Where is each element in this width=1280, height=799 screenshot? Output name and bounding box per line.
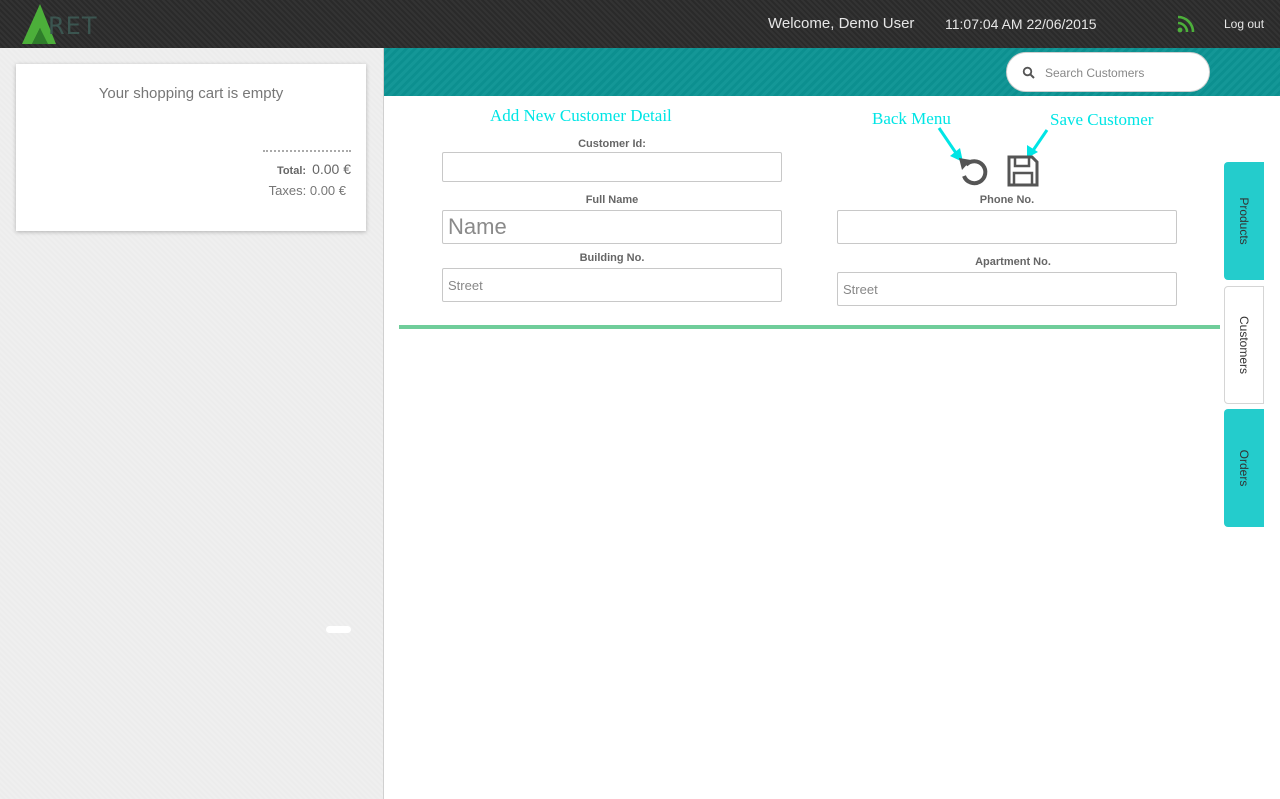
search-customers-input[interactable] (1045, 62, 1195, 84)
search-icon (1022, 66, 1035, 79)
shopping-cart-card: Your shopping cart is empty Total: 0.00 €… (16, 64, 366, 231)
clock-datetime: 11:07:04 AM 22/06/2015 (945, 16, 1097, 32)
cart-empty-message: Your shopping cart is empty (98, 85, 284, 102)
logo-text: RET (48, 12, 98, 40)
apartment-no-field[interactable] (837, 272, 1177, 306)
customer-id-field[interactable] (442, 152, 782, 182)
top-bar: RET Welcome, Demo User 11:07:04 AM 22/06… (0, 0, 1280, 48)
apartment-no-label: Apartment No. (975, 256, 1051, 268)
undo-icon[interactable] (956, 154, 992, 190)
cart-taxes: Taxes: 0.00 € (268, 183, 346, 198)
cart-divider (263, 150, 351, 152)
tab-customers[interactable]: Customers (1224, 286, 1264, 404)
tab-products-label: Products (1237, 197, 1251, 245)
phone-no-label: Phone No. (979, 194, 1035, 206)
cart-total-label: Total: (276, 165, 307, 177)
tab-customers-label: Customers (1237, 315, 1251, 375)
phone-no-field[interactable] (837, 210, 1177, 244)
annotation-save-customer: Save Customer (1050, 110, 1154, 129)
scroll-handle[interactable] (326, 626, 351, 633)
full-name-label: Full Name (585, 194, 639, 206)
annotation-add-customer: Add New Customer Detail (490, 106, 672, 125)
cart-total-value: 0.00 € (312, 161, 351, 177)
rss-icon[interactable] (1177, 15, 1195, 33)
logout-link[interactable]: Log out (1224, 17, 1264, 31)
search-box[interactable] (1006, 52, 1210, 92)
cart-total-row: Total: 0.00 € (277, 161, 351, 177)
welcome-message: Welcome, Demo User (768, 15, 915, 32)
tab-products[interactable]: Products (1224, 162, 1264, 280)
full-name-field[interactable] (442, 210, 782, 244)
left-panel: Your shopping cart is empty Total: 0.00 €… (0, 48, 384, 799)
floppy-disk-icon[interactable] (1006, 154, 1040, 188)
building-no-label: Building No. (579, 252, 645, 264)
content-header-bar (384, 48, 1280, 96)
tab-orders[interactable]: Orders (1224, 409, 1264, 527)
form-divider (399, 325, 1220, 329)
customer-id-label: Customer Id: (578, 138, 646, 150)
building-no-field[interactable] (442, 268, 782, 302)
tab-orders-label: Orders (1237, 449, 1251, 487)
